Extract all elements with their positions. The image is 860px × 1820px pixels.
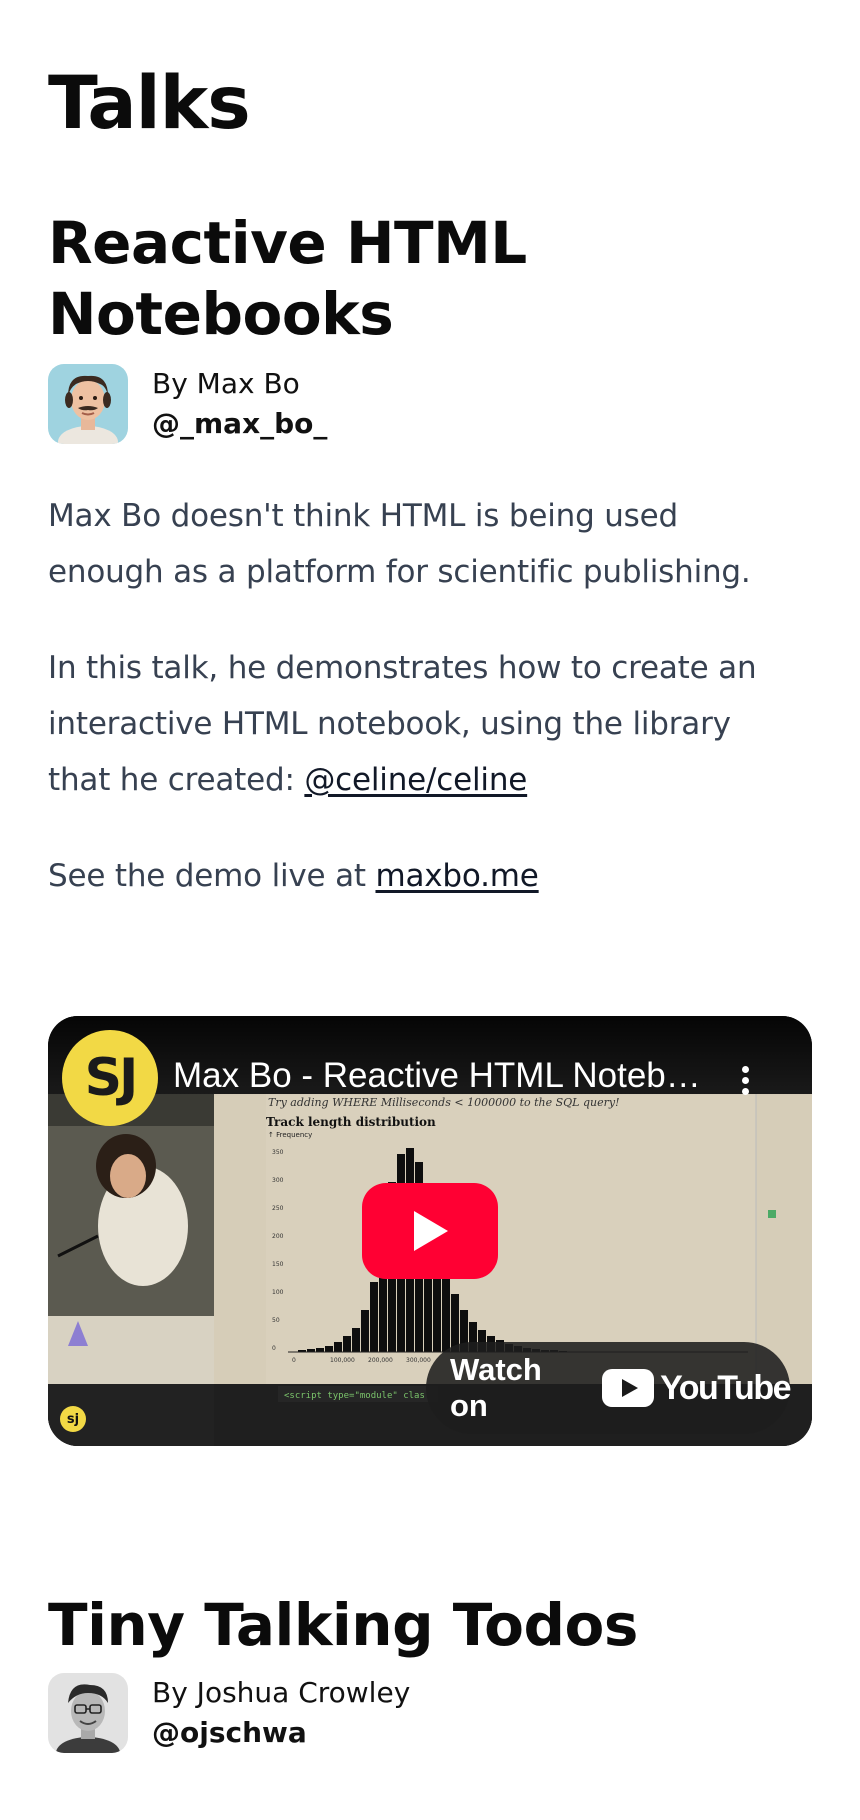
author-handle[interactable]: @_max_bo_ bbox=[152, 404, 327, 444]
slide-histogram-bar bbox=[325, 1346, 333, 1352]
youtube-logo: YouTube bbox=[602, 1368, 791, 1408]
description-2-line-2: interactive HTML notebook, using the lib… bbox=[48, 706, 731, 742]
slide-histogram-bar bbox=[361, 1310, 369, 1352]
youtube-wordmark: YouTube bbox=[660, 1368, 791, 1407]
watch-on-youtube-button[interactable]: Watch on YouTube bbox=[426, 1342, 791, 1434]
slide-ytick-label: 100 bbox=[272, 1289, 284, 1296]
youtube-play-icon bbox=[602, 1369, 655, 1407]
talk-demo-line: See the demo live at maxbo.me bbox=[48, 848, 812, 904]
library-link[interactable]: @celine/celine bbox=[304, 762, 527, 798]
channel-watermark: sj bbox=[60, 1406, 86, 1432]
slide-ytick-label: 350 bbox=[272, 1149, 284, 1156]
slide-histogram-bar bbox=[316, 1348, 324, 1352]
demo-link[interactable]: maxbo.me bbox=[375, 858, 538, 894]
channel-avatar[interactable]: SJ bbox=[62, 1030, 158, 1126]
slide-ytick-label: 50 bbox=[272, 1317, 280, 1324]
description-1-line-2: enough as a platform for scientific publ… bbox=[48, 554, 751, 590]
more-options-icon[interactable] bbox=[742, 1066, 750, 1102]
author-handle[interactable]: @ojschwa bbox=[152, 1713, 410, 1753]
watch-on-label: Watch on bbox=[450, 1352, 542, 1423]
slide-xtick-label: 100,000 bbox=[330, 1357, 355, 1364]
slide-histogram-bar bbox=[334, 1342, 342, 1352]
slide-code-snippet: <script type="module" clas bbox=[284, 1391, 425, 1401]
slide-chart-title: Track length distribution bbox=[266, 1115, 436, 1129]
slide-xtick-label: 300,000 bbox=[406, 1357, 431, 1364]
youtube-video-embed[interactable]: Try adding WHERE Milliseconds < 1000000 … bbox=[48, 1016, 812, 1446]
description-2-line-3: that he created: bbox=[48, 762, 305, 798]
demo-line-prefix: See the demo live at bbox=[48, 858, 376, 894]
author-block: By Joshua Crowley @ojschwa bbox=[48, 1673, 812, 1753]
slide-ytick-label: 200 bbox=[272, 1233, 284, 1240]
slide-ytick-label: 150 bbox=[272, 1261, 284, 1268]
slide-xtick-label: 0 bbox=[292, 1357, 296, 1364]
author-name: By Joshua Crowley bbox=[152, 1676, 411, 1709]
slide-histogram-bar bbox=[370, 1282, 378, 1352]
talk-description-1: Max Bo doesn't think HTML is being used … bbox=[48, 488, 812, 600]
talk-reactive-html-notebooks: Reactive HTML Notebooks By Max Bo @_max_… bbox=[48, 208, 812, 904]
slide-caption: Try adding WHERE Milliseconds < 1000000 … bbox=[268, 1096, 620, 1109]
description-1-line-1: Max Bo doesn't think HTML is being used bbox=[48, 498, 678, 534]
author-avatar bbox=[48, 1673, 128, 1753]
slide-chart-ylabel: ↑ Frequency bbox=[268, 1131, 312, 1139]
author-text: By Joshua Crowley @ojschwa bbox=[152, 1673, 410, 1753]
talk-tiny-talking-todos: Tiny Talking Todos By Joshua Crowley @oj… bbox=[48, 1590, 812, 1753]
author-text: By Max Bo @_max_bo_ bbox=[152, 364, 327, 444]
play-icon bbox=[414, 1211, 448, 1251]
description-2-line-1: In this talk, he demonstrates how to cre… bbox=[48, 650, 757, 686]
slide-histogram-bar bbox=[352, 1328, 360, 1352]
slide-xtick-label: 200,000 bbox=[368, 1357, 393, 1364]
talk-title-line-1: Reactive HTML bbox=[48, 209, 527, 277]
slide-ytick-label: 0 bbox=[272, 1345, 276, 1352]
page-title: Talks bbox=[48, 61, 251, 146]
talk-title-line-2: Notebooks bbox=[48, 280, 394, 348]
slide-histogram-bar bbox=[343, 1336, 351, 1352]
slide-ytick-label: 250 bbox=[272, 1205, 284, 1212]
play-button[interactable] bbox=[362, 1183, 498, 1279]
video-title[interactable]: Max Bo - Reactive HTML Notebooks bbox=[173, 1056, 703, 1096]
author-name: By Max Bo bbox=[152, 367, 300, 400]
author-avatar bbox=[48, 364, 128, 444]
slide-histogram-bar bbox=[442, 1272, 450, 1352]
talk-description-2: In this talk, he demonstrates how to cre… bbox=[48, 640, 812, 808]
slide-ytick-label: 300 bbox=[272, 1177, 284, 1184]
author-block: By Max Bo @_max_bo_ bbox=[48, 364, 812, 444]
talk-title: Reactive HTML Notebooks bbox=[48, 208, 812, 350]
talk-title: Tiny Talking Todos bbox=[48, 1591, 638, 1659]
